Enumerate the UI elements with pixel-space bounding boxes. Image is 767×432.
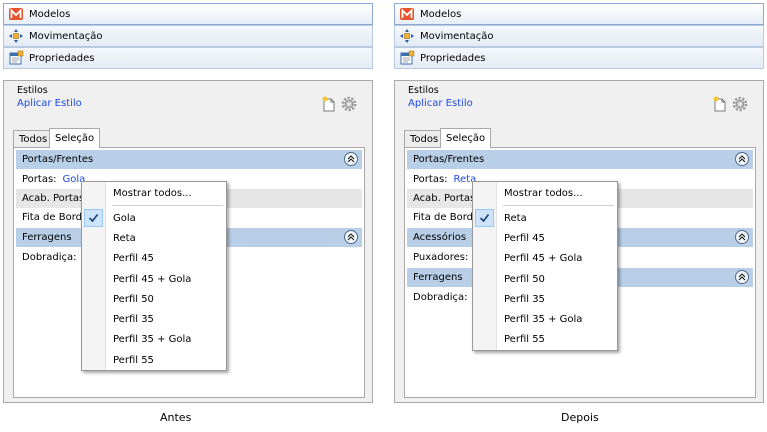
menu-item-perfil-55[interactable]: Perfil 55	[473, 330, 617, 350]
nav-movimentacao[interactable]: Movimentação	[3, 25, 373, 47]
property-label: Fita de Borda	[413, 212, 480, 223]
tab-selecao[interactable]: Seleção	[440, 128, 492, 148]
nav-label: Modelos	[420, 8, 462, 20]
property-label: Fita de Borda	[22, 212, 89, 223]
styles-title: Estilos	[17, 85, 48, 96]
menu-item-perfil-55[interactable]: Perfil 55	[82, 350, 226, 370]
property-label: Acab. Portas	[22, 193, 85, 204]
nav-modelos[interactable]: Modelos	[394, 3, 764, 25]
menu-item-label: Reta	[113, 232, 136, 244]
caption-before: Antes	[160, 411, 192, 424]
group-label: Acessórios	[413, 232, 467, 243]
move-arrows-icon	[399, 28, 415, 44]
menu-item-label: Perfil 35	[113, 314, 154, 326]
menu-item-gola[interactable]: Gola	[82, 208, 226, 228]
menu-item-perfil-45-gola[interactable]: Perfil 45 + Gola	[82, 269, 226, 289]
menu-separator	[503, 205, 614, 206]
properties-icon	[399, 50, 415, 66]
group-header-portas-frentes[interactable]: Portas/Frentes	[16, 150, 362, 169]
caption-after: Depois	[561, 411, 599, 424]
group-label: Ferragens	[22, 232, 72, 243]
nav-modelos[interactable]: Modelos	[3, 3, 373, 25]
nav-label: Modelos	[29, 8, 71, 20]
nav-label: Movimentação	[420, 30, 494, 42]
menu-item-show-all[interactable]: Mostrar todos...	[82, 182, 226, 204]
dropdown-menu: Mostrar todos... Reta Perfil 45 Perfil 4…	[472, 181, 618, 352]
menu-item-show-all[interactable]: Mostrar todos...	[473, 182, 617, 204]
group-label: Portas/Frentes	[413, 154, 485, 165]
menu-item-label: Perfil 50	[113, 293, 154, 305]
nav-movimentacao[interactable]: Movimentação	[394, 25, 764, 47]
menu-item-label: Reta	[504, 212, 527, 224]
menu-item-label: Perfil 50	[504, 273, 545, 285]
property-label: Acab. Portas	[413, 193, 476, 204]
menu-item-perfil-50[interactable]: Perfil 50	[473, 269, 617, 289]
group-label: Ferragens	[413, 272, 463, 283]
menu-item-reta[interactable]: Reta	[473, 208, 617, 228]
menu-item-perfil-45-gola[interactable]: Perfil 45 + Gola	[473, 249, 617, 269]
menu-item-label: Perfil 35 + Gola	[504, 314, 583, 326]
new-style-icon[interactable]	[321, 96, 337, 112]
menu-item-label: Perfil 35	[504, 293, 545, 305]
collapse-chevron-icon[interactable]	[735, 230, 749, 244]
styles-title: Estilos	[408, 85, 439, 96]
tab-selecao[interactable]: Seleção	[49, 128, 101, 148]
nav-label: Propriedades	[29, 52, 95, 64]
group-label: Portas/Frentes	[22, 154, 94, 165]
move-arrows-icon	[8, 28, 24, 44]
group-header-portas-frentes[interactable]: Portas/Frentes	[407, 150, 753, 169]
collapse-chevron-icon[interactable]	[344, 230, 358, 244]
tab-todos[interactable]: Todos	[13, 130, 54, 148]
menu-item-label: Mostrar todos...	[113, 187, 192, 199]
menu-item-label: Perfil 35 + Gola	[113, 334, 192, 346]
menu-item-label: Perfil 55	[113, 354, 154, 366]
nav-label: Movimentação	[29, 30, 103, 42]
collapse-chevron-icon[interactable]	[735, 270, 749, 284]
menu-item-label: Perfil 45	[504, 232, 545, 244]
menu-item-label: Perfil 45 + Gola	[113, 273, 192, 285]
menu-item-label: Gola	[113, 212, 136, 224]
nav-propriedades[interactable]: Propriedades	[394, 47, 764, 69]
menu-item-label: Perfil 45 + Gola	[504, 253, 583, 265]
collapse-chevron-icon[interactable]	[735, 152, 749, 166]
collapse-chevron-icon[interactable]	[344, 152, 358, 166]
menu-item-perfil-35[interactable]: Perfil 35	[473, 289, 617, 309]
property-label: Puxadores:	[413, 252, 469, 263]
properties-icon	[8, 50, 24, 66]
property-label: Dobradiça:	[22, 252, 77, 263]
menu-item-perfil-45[interactable]: Perfil 45	[82, 249, 226, 269]
gear-icon[interactable]	[732, 96, 748, 112]
apply-style-link[interactable]: Aplicar Estilo	[408, 98, 473, 109]
property-label: Dobradiça:	[413, 292, 468, 303]
menu-item-label: Mostrar todos...	[504, 187, 583, 199]
tab-todos[interactable]: Todos	[404, 130, 445, 148]
property-label: Portas:	[413, 174, 448, 185]
menu-item-perfil-35-gola[interactable]: Perfil 35 + Gola	[82, 330, 226, 350]
panel-before: Modelos Movimentação Propriedades Estilo…	[3, 3, 373, 403]
checkmark-icon	[84, 209, 103, 227]
panel-after: Modelos Movimentação Propriedades Estilo…	[394, 3, 764, 403]
apply-style-link[interactable]: Aplicar Estilo	[17, 98, 82, 109]
menu-item-label: Perfil 45	[113, 253, 154, 265]
menu-item-perfil-50[interactable]: Perfil 50	[82, 289, 226, 309]
modelos-m-icon	[8, 6, 24, 22]
new-style-icon[interactable]	[712, 96, 728, 112]
menu-item-label: Perfil 55	[504, 334, 545, 346]
nav-label: Propriedades	[420, 52, 486, 64]
menu-item-perfil-35[interactable]: Perfil 35	[82, 309, 226, 329]
dropdown-menu: Mostrar todos... Gola Reta Perfil 45 Per…	[81, 181, 227, 372]
modelos-m-icon	[399, 6, 415, 22]
nav-propriedades[interactable]: Propriedades	[3, 47, 373, 69]
checkmark-icon	[475, 209, 494, 227]
menu-item-perfil-35-gola[interactable]: Perfil 35 + Gola	[473, 309, 617, 329]
menu-separator	[112, 205, 223, 206]
property-label: Portas:	[22, 174, 57, 185]
gear-icon[interactable]	[341, 96, 357, 112]
menu-item-reta[interactable]: Reta	[82, 228, 226, 248]
menu-item-perfil-45[interactable]: Perfil 45	[473, 228, 617, 248]
